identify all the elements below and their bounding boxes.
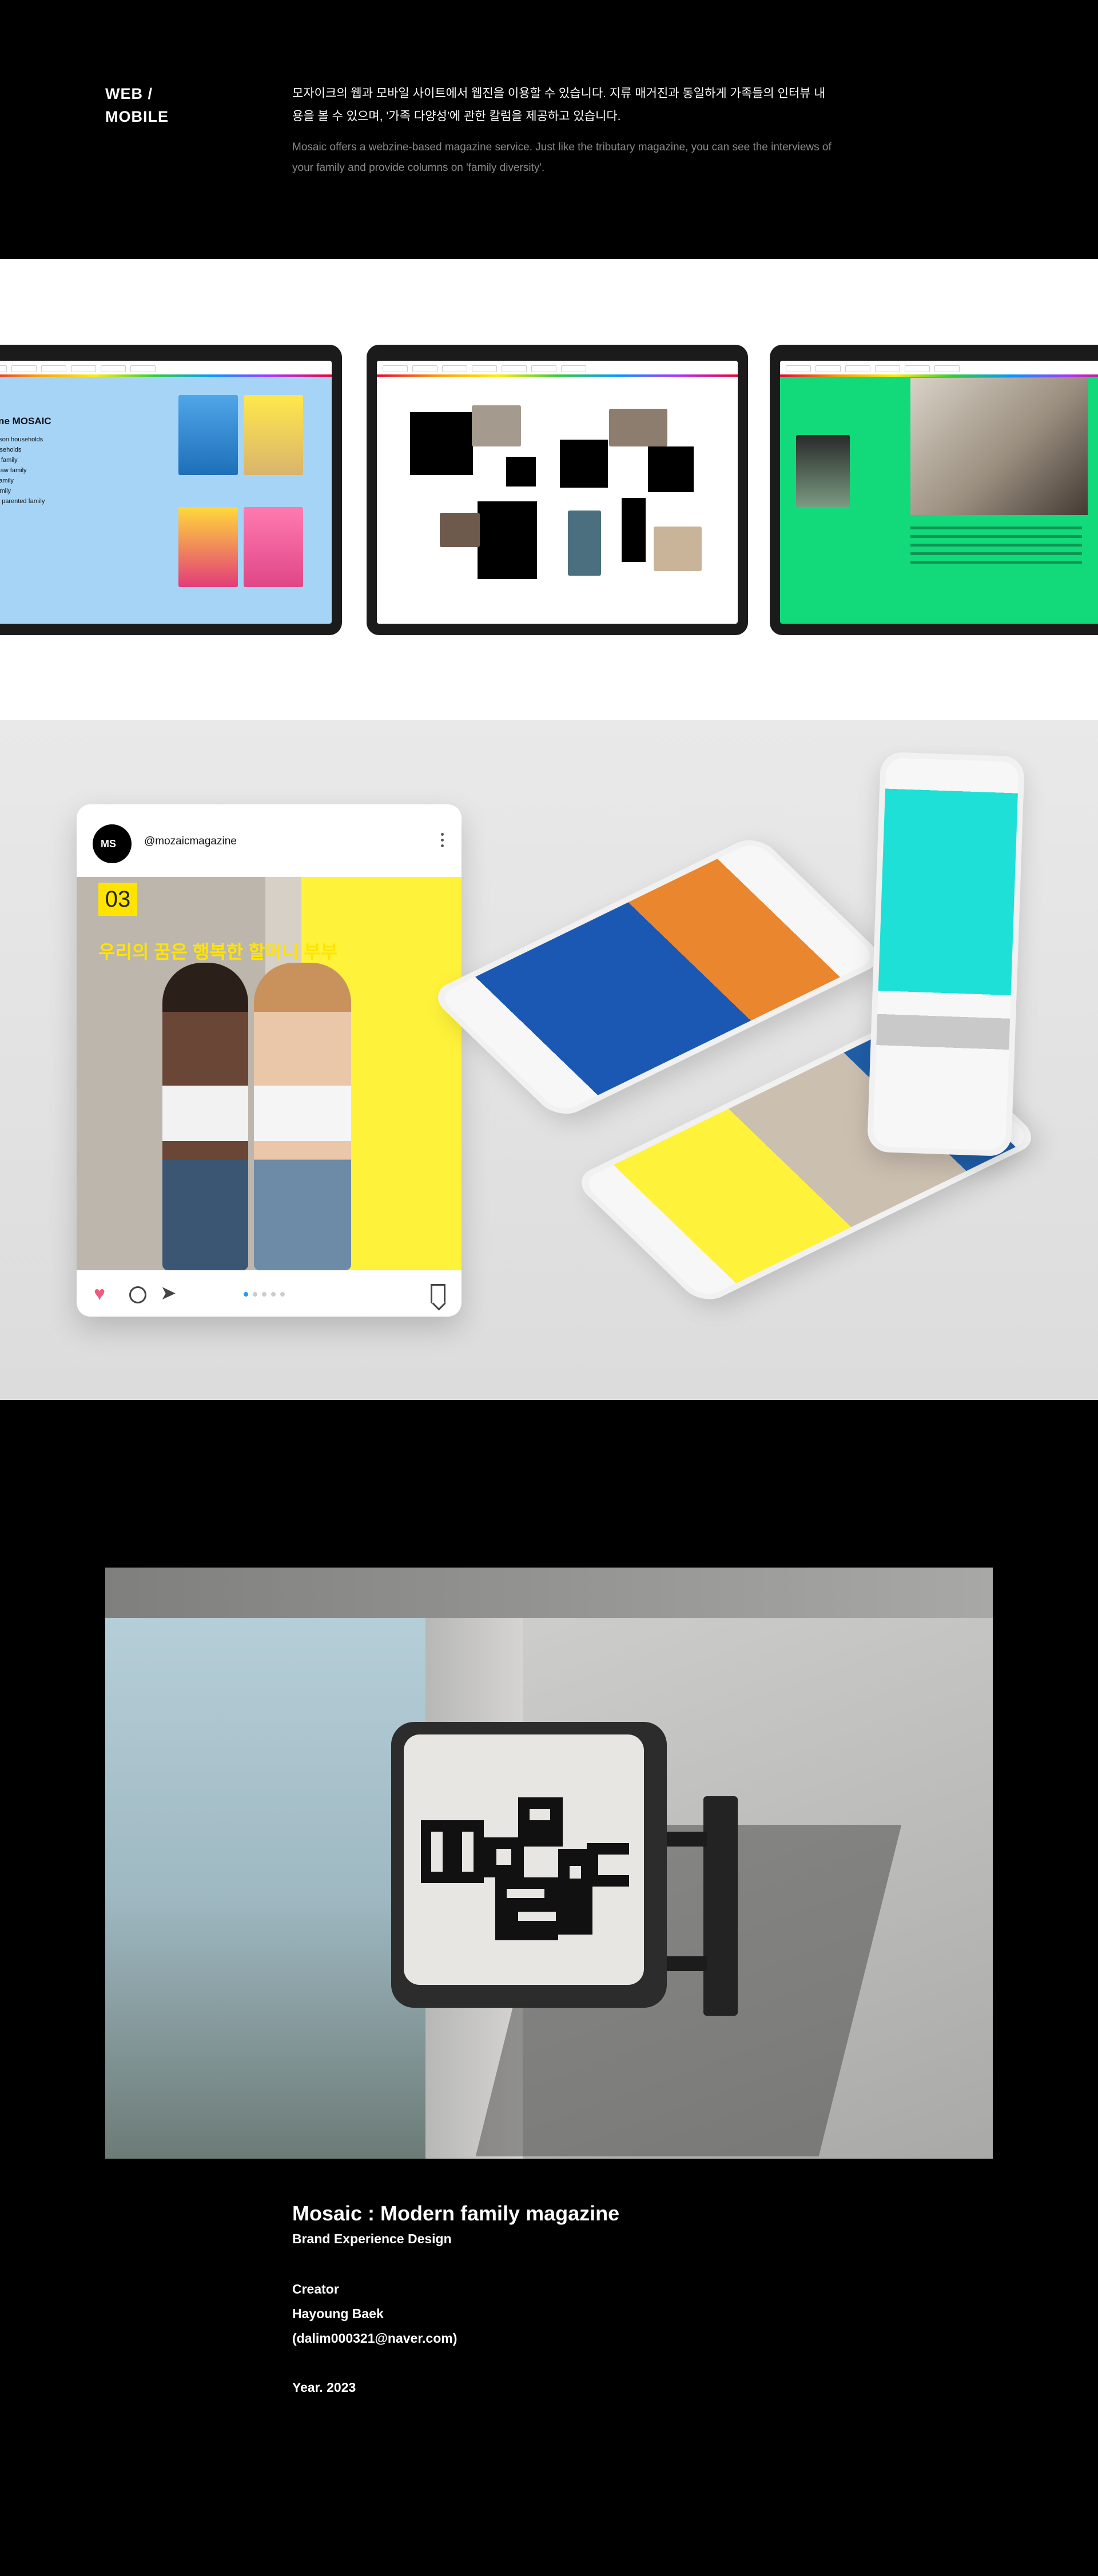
post-image: 03 우리의 꿈은 행복한 할머니 부부 — [77, 877, 462, 1270]
english-description: Mosaic offers a webzine-based magazine s… — [292, 141, 832, 174]
sign-arm — [667, 1956, 707, 1971]
send-icon[interactable]: ➤ — [160, 1283, 177, 1303]
korean-description: 모자이크의 웹과 모바일 사이트에서 웹진을 이용할 수 있습니다. 지류 매거… — [292, 87, 825, 123]
list-item[interactable]: -parent family — [0, 457, 94, 464]
sign-face — [404, 1734, 644, 1985]
project-title: Mosaic : Modern family magazine — [292, 2202, 620, 2225]
list-item[interactable]: nman- law family — [0, 467, 94, 474]
mosaic-letter-block — [648, 446, 694, 492]
issue-badge: 03 — [98, 883, 137, 916]
family-photo[interactable] — [472, 405, 521, 446]
article-text-lines — [910, 527, 1082, 569]
person-figure — [254, 963, 351, 1270]
article-hero-photo — [910, 378, 1088, 515]
signboard-section — [0, 1400, 1098, 2167]
list-item[interactable]: arried family — [0, 477, 94, 484]
project-subtitle: Brand Experience Design — [292, 2231, 452, 2246]
webzine-navbar — [377, 361, 738, 377]
avatar-logo-text: MS — [101, 838, 116, 850]
pager-dot[interactable] — [280, 1292, 285, 1297]
magazine-cover-thumb[interactable] — [244, 395, 303, 475]
family-photo[interactable] — [609, 409, 667, 446]
account-handle[interactable]: @mozaicmagazine — [144, 835, 237, 848]
mosaic-letter-block — [622, 498, 646, 562]
instagram-mockups-section: MS @mozaicmagazine 03 우리의 꿈은 행복한 할머니 부부 … — [0, 720, 1098, 1400]
webzine-navbar — [0, 361, 332, 377]
list-item[interactable]: me-sex parented family — [0, 498, 94, 505]
magazine-cover-thumb[interactable] — [796, 435, 850, 507]
mosaic-logo — [421, 1797, 629, 1940]
pager-dot[interactable] — [262, 1292, 266, 1297]
pager-dot[interactable] — [271, 1292, 276, 1297]
tablet-mockup-list: gazine MOSAIC gle-person households ely … — [0, 345, 342, 635]
creator-label: Creator — [292, 2282, 339, 2296]
mosaic-letter-block — [410, 412, 473, 475]
mosaic-letter-block — [560, 440, 608, 488]
signboard-photo — [105, 1568, 993, 2159]
post-action-bar: ♥ ➤ — [77, 1270, 462, 1317]
family-photo[interactable] — [654, 527, 702, 571]
tablet-mockup-article — [770, 345, 1098, 635]
family-photo[interactable] — [440, 513, 480, 547]
list-item[interactable]: ely households — [0, 446, 94, 453]
avatar[interactable]: MS — [93, 824, 132, 863]
mosaic-letter-block — [506, 457, 536, 487]
magazine-cover-thumb[interactable] — [244, 507, 303, 587]
bookmark-icon[interactable] — [431, 1284, 445, 1303]
webzine-title: gazine MOSAIC — [0, 416, 51, 426]
magazine-cover-thumb[interactable] — [178, 395, 238, 475]
tablet-mockup-home — [367, 345, 748, 635]
section-heading: WEB / MOBILE — [105, 85, 169, 125]
phone-mockup-teal — [866, 751, 1025, 1157]
ceiling-beam — [105, 1568, 993, 1618]
creator-name: Hayoung Baek — [292, 2306, 384, 2321]
project-year: Year. 2023 — [292, 2380, 356, 2395]
instagram-post-card: MS @mozaicmagazine 03 우리의 꿈은 행복한 할머니 부부 … — [77, 804, 462, 1317]
pager-dot[interactable] — [244, 1292, 248, 1297]
post-headline: 우리의 꿈은 행복한 할머니 부부 — [98, 942, 338, 962]
tablet-mockups-section: gazine MOSAIC gle-person households ely … — [0, 259, 1098, 720]
blurred-background — [105, 1568, 425, 2159]
webzine-navbar — [780, 361, 1098, 377]
family-type-list: gle-person households ely households -pa… — [0, 436, 94, 508]
more-options-icon[interactable] — [441, 833, 444, 850]
hanging-sign — [391, 1722, 667, 2008]
intro-section: WEB / MOBILE 모자이크의 웹과 모바일 사이트에서 웹진을 이용할 … — [0, 0, 1098, 259]
mosaic-letter-block — [478, 501, 537, 579]
webzine-home-screen — [377, 361, 738, 624]
webzine-article-screen — [780, 361, 1098, 624]
list-item[interactable]: ptive family — [0, 488, 94, 495]
webzine-list-screen: gazine MOSAIC gle-person households ely … — [0, 361, 332, 624]
wall-bracket — [703, 1796, 738, 2016]
comment-icon[interactable] — [129, 1286, 146, 1303]
creator-email[interactable]: (dalim000321@naver.com) — [292, 2331, 457, 2346]
person-figure — [162, 963, 248, 1270]
like-heart-icon[interactable]: ♥ — [94, 1284, 105, 1303]
sign-arm — [667, 1832, 707, 1847]
pager-dot[interactable] — [253, 1292, 257, 1297]
family-photo[interactable] — [568, 511, 601, 576]
magazine-cover-thumb[interactable] — [178, 507, 238, 587]
list-item[interactable]: gle-person households — [0, 436, 94, 443]
carousel-pager — [244, 1292, 285, 1297]
credits-section: Mosaic : Modern family magazine Brand Ex… — [0, 2167, 1098, 2576]
